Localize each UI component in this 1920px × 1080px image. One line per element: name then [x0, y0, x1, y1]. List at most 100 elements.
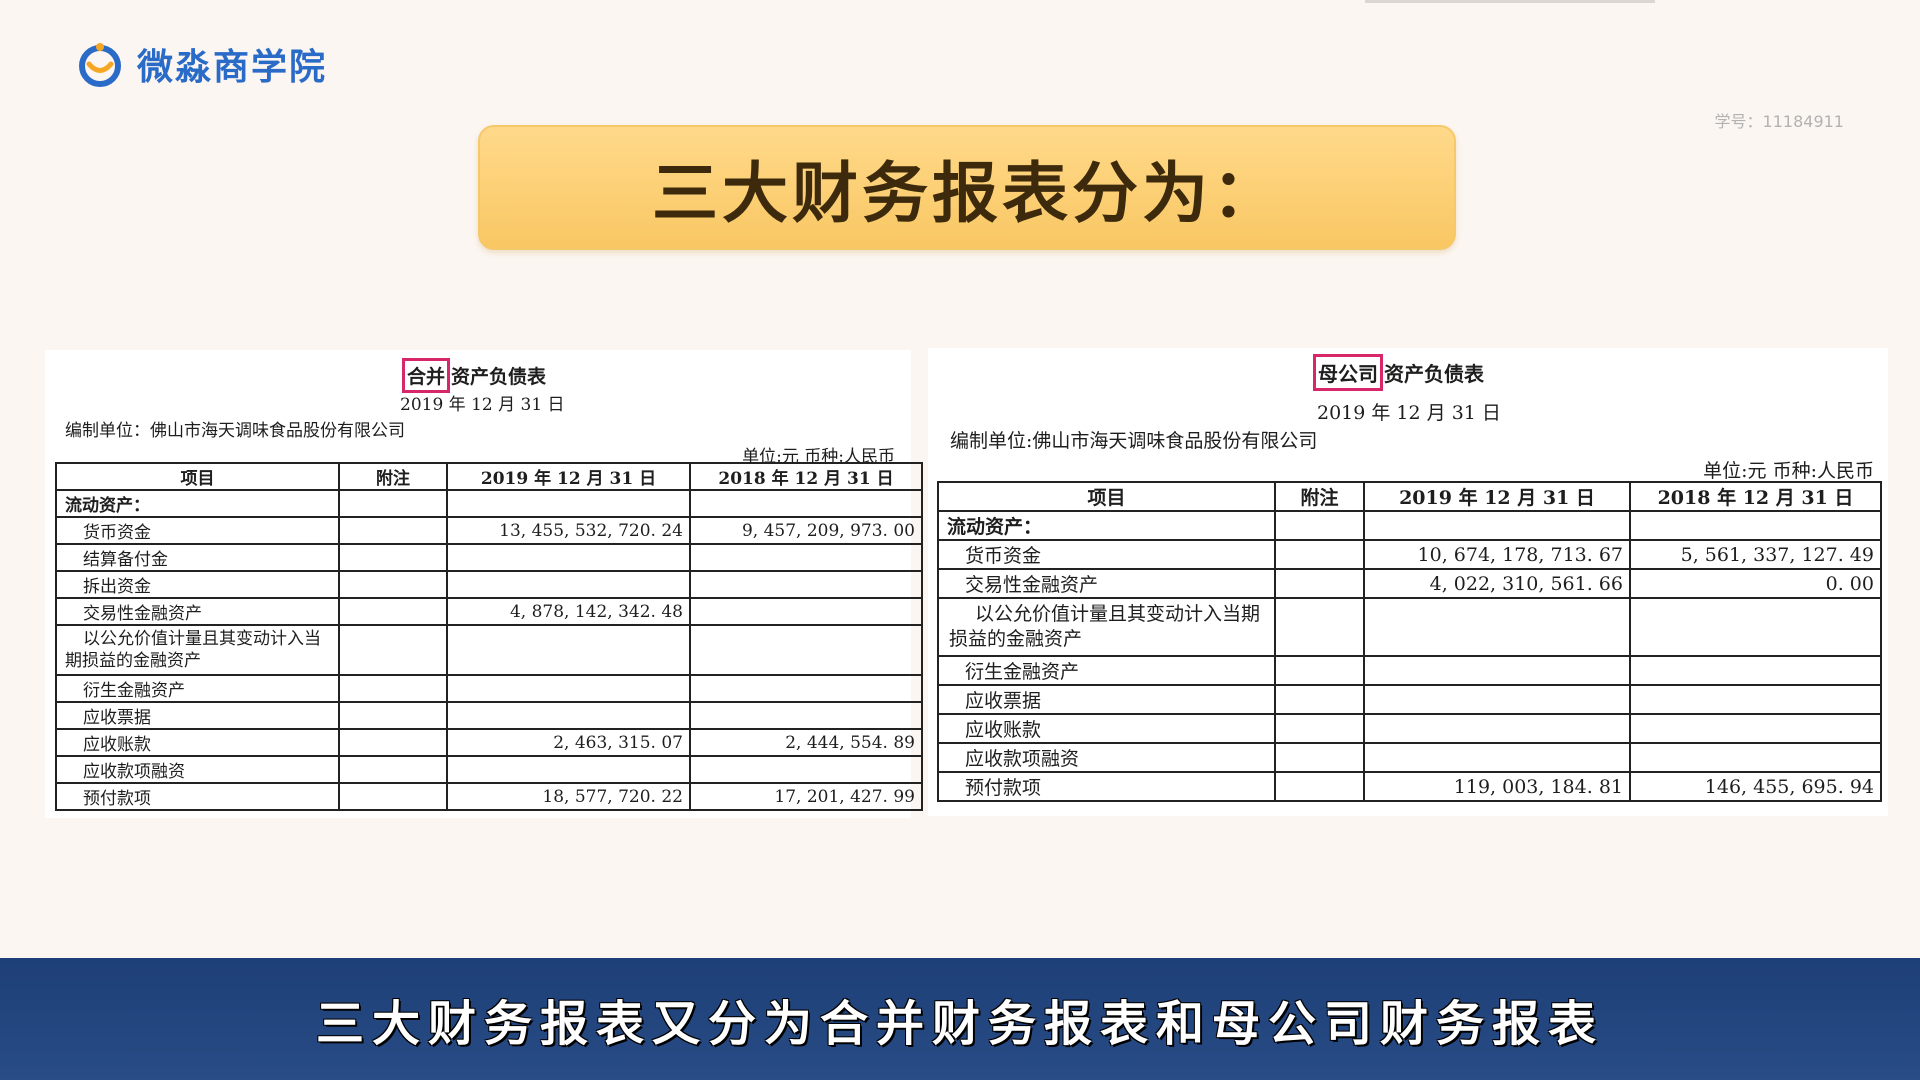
note-cell	[1274, 684, 1365, 715]
item-cell: 衍生金融资产	[55, 674, 340, 703]
sheet-unit: 单位:元 币种:人民币	[1703, 460, 1874, 482]
value-2018-cell	[689, 543, 923, 572]
note-cell	[338, 782, 448, 811]
note-cell	[338, 755, 448, 784]
sheet-date: 2019 年 12 月 31 日	[1317, 402, 1501, 424]
note-cell	[1274, 510, 1365, 541]
brand-logo-icon	[79, 43, 121, 87]
header-note: 附注	[1274, 481, 1365, 512]
value-2018-cell: 17, 201, 427. 99	[689, 782, 923, 811]
value-2019-cell: 18, 577, 720. 22	[446, 782, 691, 811]
value-2018-cell	[1629, 742, 1882, 773]
subtitle-caption: 三大财务报表又分为合并财务报表和母公司财务报表	[315, 996, 1604, 1052]
sheet-title: 母公司 资产负债表	[1313, 354, 1484, 391]
balance-table: 项目 附注 2019 年 12 月 31 日 2018 年 12 月 31 日 …	[937, 481, 1882, 802]
item-cell: 结算备付金	[55, 543, 340, 572]
table-row: 应收账款	[937, 713, 1882, 744]
note-cell	[338, 516, 448, 545]
item-cell: 应收款项融资	[55, 755, 340, 784]
item-cell: 应收票据	[55, 701, 340, 730]
subtitle-bar: 三大财务报表又分为合并财务报表和母公司财务报表	[0, 958, 1920, 1080]
title-banner: 三大财务报表分为：	[478, 125, 1456, 250]
value-2018-cell	[1629, 655, 1882, 686]
item-cell: 应收款项融资	[937, 742, 1276, 773]
balance-table: 项目 附注 2019 年 12 月 31 日 2018 年 12 月 31 日 …	[55, 462, 923, 811]
value-2019-cell: 4, 878, 142, 342. 48	[446, 597, 691, 626]
highlight-box: 合并	[402, 358, 451, 393]
value-2018-cell	[689, 755, 923, 784]
value-2019-cell	[1363, 713, 1631, 744]
value-2018-cell	[689, 597, 923, 626]
value-2019-cell: 13, 455, 532, 720. 24	[446, 516, 691, 545]
sheet-date: 2019 年 12 月 31 日	[400, 395, 565, 415]
table-row: 交易性金融资产 4, 878, 142, 342. 48	[55, 597, 923, 626]
header-2019: 2019 年 12 月 31 日	[446, 462, 691, 491]
value-2019-cell	[446, 755, 691, 784]
value-2019-cell	[446, 543, 691, 572]
table-row: 应收票据	[937, 684, 1882, 715]
table-row: 应收款项融资	[937, 742, 1882, 773]
header-2018: 2018 年 12 月 31 日	[689, 462, 923, 491]
value-2018-cell	[689, 624, 923, 676]
table-row: 以公允价值计量且其变动计入当期损益的金融资产	[55, 624, 923, 676]
item-cell: 预付款项	[55, 782, 340, 811]
value-2018-cell: 0. 00	[1629, 568, 1882, 599]
value-2018-cell	[689, 674, 923, 703]
highlight-box: 母公司	[1313, 354, 1383, 391]
note-cell	[1274, 539, 1365, 570]
note-cell	[338, 728, 448, 757]
note-cell	[338, 543, 448, 572]
value-2018-cell: 2, 444, 554. 89	[689, 728, 923, 757]
table-row: 拆出资金	[55, 570, 923, 599]
item-cell: 衍生金融资产	[937, 655, 1276, 686]
table-row: 应收票据	[55, 701, 923, 730]
parent-company-balance-sheet: 母公司 资产负债表 2019 年 12 月 31 日 编制单位:佛山市海天调味食品…	[928, 348, 1888, 816]
note-cell	[338, 624, 448, 676]
note-cell	[1274, 771, 1365, 802]
sheet-title: 合并 资产负债表	[402, 358, 546, 393]
value-2018-cell	[689, 701, 923, 730]
value-2018-cell	[689, 489, 923, 518]
item-cell: 以公允价值计量且其变动计入当期损益的金融资产	[55, 624, 340, 676]
item-cell: 流动资产：	[55, 489, 340, 518]
student-id: 学号：11184911	[1714, 112, 1844, 131]
item-cell: 交易性金融资产	[937, 568, 1276, 599]
sheet-title-rest: 资产负债表	[1384, 362, 1484, 386]
value-2019-cell	[446, 701, 691, 730]
table-row: 结算备付金	[55, 543, 923, 572]
value-2019-cell	[446, 674, 691, 703]
value-2019-cell: 119, 003, 184. 81	[1363, 771, 1631, 802]
brand-logo: 微淼商学院	[75, 38, 327, 90]
header-note: 附注	[338, 462, 448, 491]
sheet-title-rest: 资产负债表	[451, 366, 547, 388]
value-2018-cell	[1629, 713, 1882, 744]
value-2018-cell	[1629, 510, 1882, 541]
value-2019-cell: 2, 463, 315. 07	[446, 728, 691, 757]
note-cell	[338, 597, 448, 626]
note-cell	[1274, 655, 1365, 686]
sheet-company: 编制单位:佛山市海天调味食品股份有限公司	[950, 430, 1318, 452]
header-item: 项目	[55, 462, 340, 491]
table-row: 应收款项融资	[55, 755, 923, 784]
item-cell: 货币资金	[55, 516, 340, 545]
item-cell: 预付款项	[937, 771, 1276, 802]
value-2019-cell	[446, 570, 691, 599]
table-row: 货币资金 10, 674, 178, 713. 67 5, 561, 337, 12…	[937, 539, 1882, 570]
value-2018-cell: 5, 561, 337, 127. 49	[1629, 539, 1882, 570]
table-row: 衍生金融资产	[937, 655, 1882, 686]
table-row: 衍生金融资产	[55, 674, 923, 703]
item-cell: 拆出资金	[55, 570, 340, 599]
note-cell	[338, 701, 448, 730]
note-cell	[1274, 713, 1365, 744]
item-cell: 应收账款	[55, 728, 340, 757]
note-cell	[338, 674, 448, 703]
note-cell	[1274, 742, 1365, 773]
note-cell	[1274, 597, 1365, 657]
table-row: 流动资产：	[937, 510, 1882, 541]
header-item: 项目	[937, 481, 1276, 512]
item-cell: 应收账款	[937, 713, 1276, 744]
table-row: 预付款项 119, 003, 184. 81 146, 455, 695. 94	[937, 771, 1882, 802]
brand-name: 微淼商学院	[137, 47, 328, 88]
value-2018-cell	[689, 570, 923, 599]
item-cell: 应收票据	[937, 684, 1276, 715]
